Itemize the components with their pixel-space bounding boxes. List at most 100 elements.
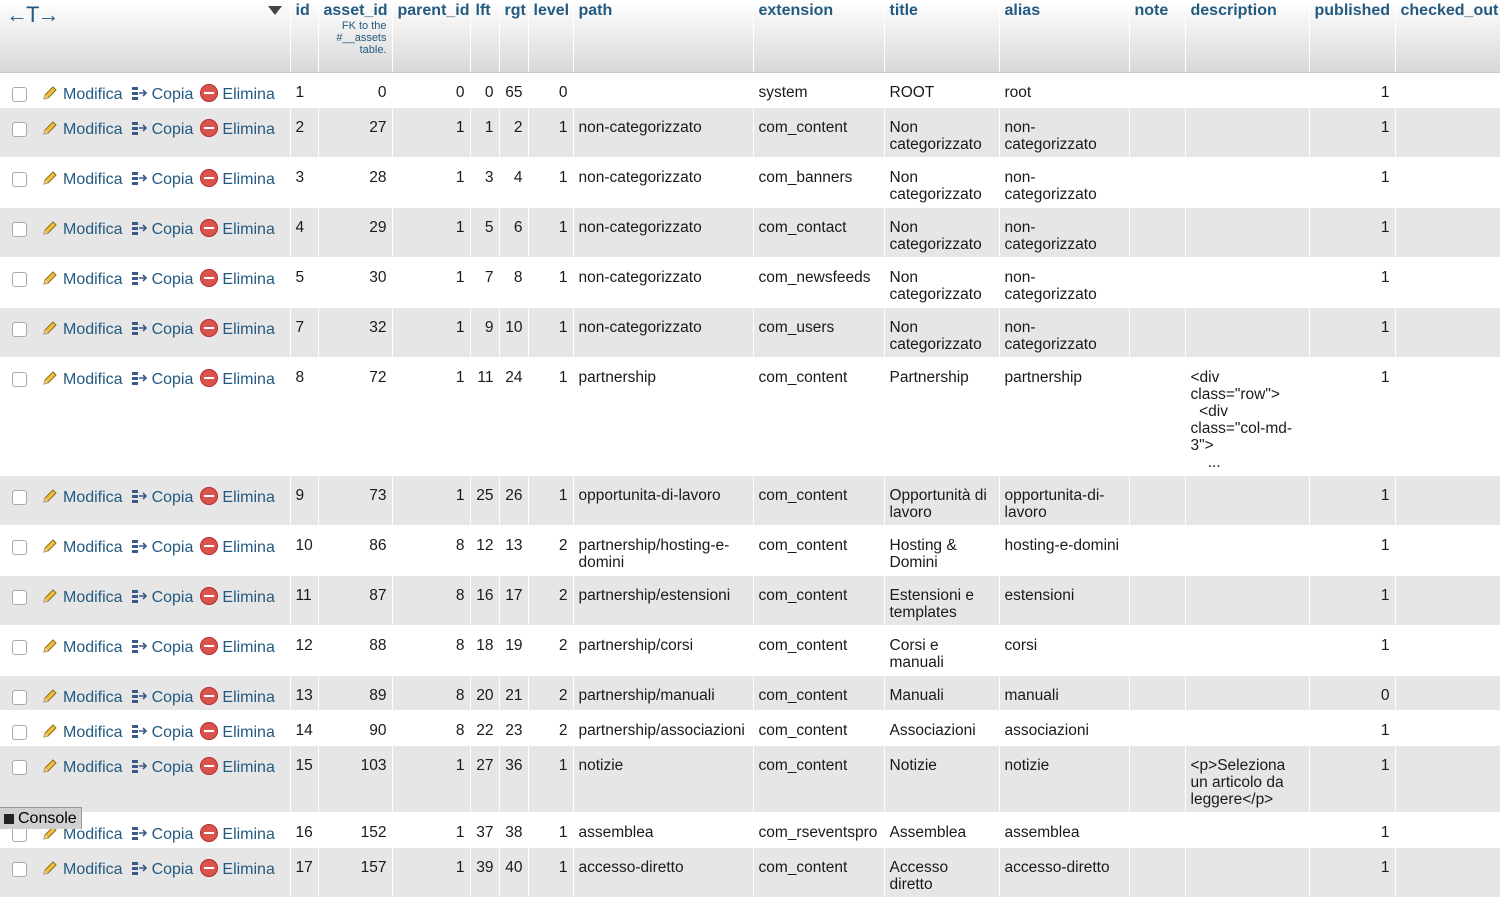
delete-link[interactable]: Elimina bbox=[200, 757, 275, 776]
cell-path[interactable]: accesso-diretto bbox=[573, 847, 754, 898]
copy-link[interactable]: Copia bbox=[130, 639, 193, 656]
cell-checked-out[interactable]: 0 bbox=[1395, 107, 1500, 158]
cell-checked-out[interactable]: 0 bbox=[1395, 847, 1500, 898]
delete-link[interactable]: Elimina bbox=[200, 722, 275, 741]
cell-title[interactable]: Manuali bbox=[884, 675, 1000, 711]
cell-description[interactable] bbox=[1185, 625, 1310, 676]
cell-level[interactable]: 2 bbox=[528, 625, 574, 676]
cell-level[interactable]: 1 bbox=[528, 847, 574, 898]
cell-path[interactable]: partnership/hosting-e-domini bbox=[573, 525, 754, 576]
cell-title[interactable]: Non categorizzato bbox=[884, 257, 1000, 308]
cell-parent-id[interactable]: 8 bbox=[392, 575, 471, 626]
cell-extension[interactable]: com_users bbox=[753, 307, 885, 358]
cell-published[interactable]: 1 bbox=[1309, 847, 1396, 898]
console-toggle[interactable]: Console bbox=[0, 807, 82, 829]
cell-alias[interactable]: non-categorizzato bbox=[999, 107, 1130, 158]
cell-alias[interactable]: assemblea bbox=[999, 812, 1130, 848]
cell-level[interactable]: 0 bbox=[528, 72, 574, 108]
cell-description[interactable] bbox=[1185, 207, 1310, 258]
cell-id[interactable]: 1 bbox=[290, 72, 319, 108]
cell-checked-out[interactable]: 0 bbox=[1395, 157, 1500, 208]
cell-id[interactable]: 16 bbox=[290, 812, 319, 848]
cell-asset-id[interactable]: 103 bbox=[318, 745, 393, 813]
cell-published[interactable]: 1 bbox=[1309, 745, 1396, 813]
row-checkbox[interactable] bbox=[12, 272, 27, 287]
cell-note[interactable] bbox=[1129, 575, 1186, 626]
row-checkbox[interactable] bbox=[12, 640, 27, 655]
cell-lft[interactable]: 16 bbox=[470, 575, 500, 626]
cell-id[interactable]: 12 bbox=[290, 625, 319, 676]
edit-link[interactable]: Modifica bbox=[41, 489, 123, 506]
cell-id[interactable]: 4 bbox=[290, 207, 319, 258]
cell-id[interactable]: 14 bbox=[290, 710, 319, 746]
cell-parent-id[interactable]: 1 bbox=[392, 357, 471, 476]
delete-link[interactable]: Elimina bbox=[200, 687, 275, 706]
cell-parent-id[interactable]: 8 bbox=[392, 525, 471, 576]
delete-link[interactable]: Elimina bbox=[200, 169, 275, 188]
row-checkbox[interactable] bbox=[12, 322, 27, 337]
cell-published[interactable]: 1 bbox=[1309, 710, 1396, 746]
column-arrows-icon[interactable]: ←T→ bbox=[6, 2, 59, 28]
edit-link[interactable]: Modifica bbox=[41, 321, 123, 338]
cell-title[interactable]: Accesso diretto bbox=[884, 847, 1000, 898]
cell-asset-id[interactable]: 86 bbox=[318, 525, 393, 576]
copy-link[interactable]: Copia bbox=[130, 759, 193, 776]
cell-level[interactable]: 1 bbox=[528, 157, 574, 208]
cell-checked-out[interactable]: 0 bbox=[1395, 257, 1500, 308]
edit-link[interactable]: Modifica bbox=[41, 639, 123, 656]
copy-link[interactable]: Copia bbox=[130, 689, 193, 706]
cell-asset-id[interactable]: 29 bbox=[318, 207, 393, 258]
cell-published[interactable]: 1 bbox=[1309, 257, 1396, 308]
cell-title[interactable]: Associazioni bbox=[884, 710, 1000, 746]
cell-rgt[interactable]: 36 bbox=[499, 745, 529, 813]
cell-parent-id[interactable]: 1 bbox=[392, 847, 471, 898]
copy-link[interactable]: Copia bbox=[130, 489, 193, 506]
cell-path[interactable]: partnership/corsi bbox=[573, 625, 754, 676]
cell-asset-id[interactable]: 30 bbox=[318, 257, 393, 308]
column-header-id[interactable]: id bbox=[290, 0, 319, 73]
cell-parent-id[interactable]: 1 bbox=[392, 257, 471, 308]
cell-description[interactable] bbox=[1185, 157, 1310, 208]
cell-published[interactable]: 1 bbox=[1309, 525, 1396, 576]
cell-alias[interactable]: non-categorizzato bbox=[999, 157, 1130, 208]
cell-asset-id[interactable]: 87 bbox=[318, 575, 393, 626]
cell-alias[interactable]: non-categorizzato bbox=[999, 257, 1130, 308]
cell-parent-id[interactable]: 8 bbox=[392, 710, 471, 746]
column-header-note[interactable]: note bbox=[1129, 0, 1186, 73]
cell-lft[interactable]: 1 bbox=[470, 107, 500, 158]
cell-description[interactable] bbox=[1185, 525, 1310, 576]
cell-description[interactable] bbox=[1185, 847, 1310, 898]
copy-link[interactable]: Copia bbox=[130, 539, 193, 556]
cell-checked-out[interactable]: 0 bbox=[1395, 575, 1500, 626]
cell-rgt[interactable]: 8 bbox=[499, 257, 529, 308]
cell-path[interactable] bbox=[573, 72, 754, 108]
cell-extension[interactable]: com_content bbox=[753, 575, 885, 626]
cell-title[interactable]: Opportunità di lavoro bbox=[884, 475, 1000, 526]
cell-path[interactable]: non-categorizzato bbox=[573, 257, 754, 308]
cell-checked-out[interactable]: 0 bbox=[1395, 710, 1500, 746]
cell-alias[interactable]: opportunita-di-lavoro bbox=[999, 475, 1130, 526]
cell-checked-out[interactable]: 0 bbox=[1395, 357, 1500, 476]
cell-note[interactable] bbox=[1129, 107, 1186, 158]
cell-lft[interactable]: 7 bbox=[470, 257, 500, 308]
cell-note[interactable] bbox=[1129, 307, 1186, 358]
cell-parent-id[interactable]: 1 bbox=[392, 475, 471, 526]
cell-lft[interactable]: 39 bbox=[470, 847, 500, 898]
row-checkbox[interactable] bbox=[12, 372, 27, 387]
cell-parent-id[interactable]: 8 bbox=[392, 675, 471, 711]
copy-link[interactable]: Copia bbox=[130, 724, 193, 741]
row-checkbox[interactable] bbox=[12, 87, 27, 102]
cell-extension[interactable]: com_content bbox=[753, 625, 885, 676]
cell-note[interactable] bbox=[1129, 745, 1186, 813]
cell-id[interactable]: 15 bbox=[290, 745, 319, 813]
copy-link[interactable]: Copia bbox=[130, 371, 193, 388]
cell-rgt[interactable]: 26 bbox=[499, 475, 529, 526]
cell-note[interactable] bbox=[1129, 525, 1186, 576]
column-header-path[interactable]: path bbox=[573, 0, 754, 73]
delete-link[interactable]: Elimina bbox=[200, 369, 275, 388]
cell-extension[interactable]: com_content bbox=[753, 107, 885, 158]
delete-link[interactable]: Elimina bbox=[200, 537, 275, 556]
copy-link[interactable]: Copia bbox=[130, 171, 193, 188]
cell-path[interactable]: partnership bbox=[573, 357, 754, 476]
cell-alias[interactable]: accesso-diretto bbox=[999, 847, 1130, 898]
